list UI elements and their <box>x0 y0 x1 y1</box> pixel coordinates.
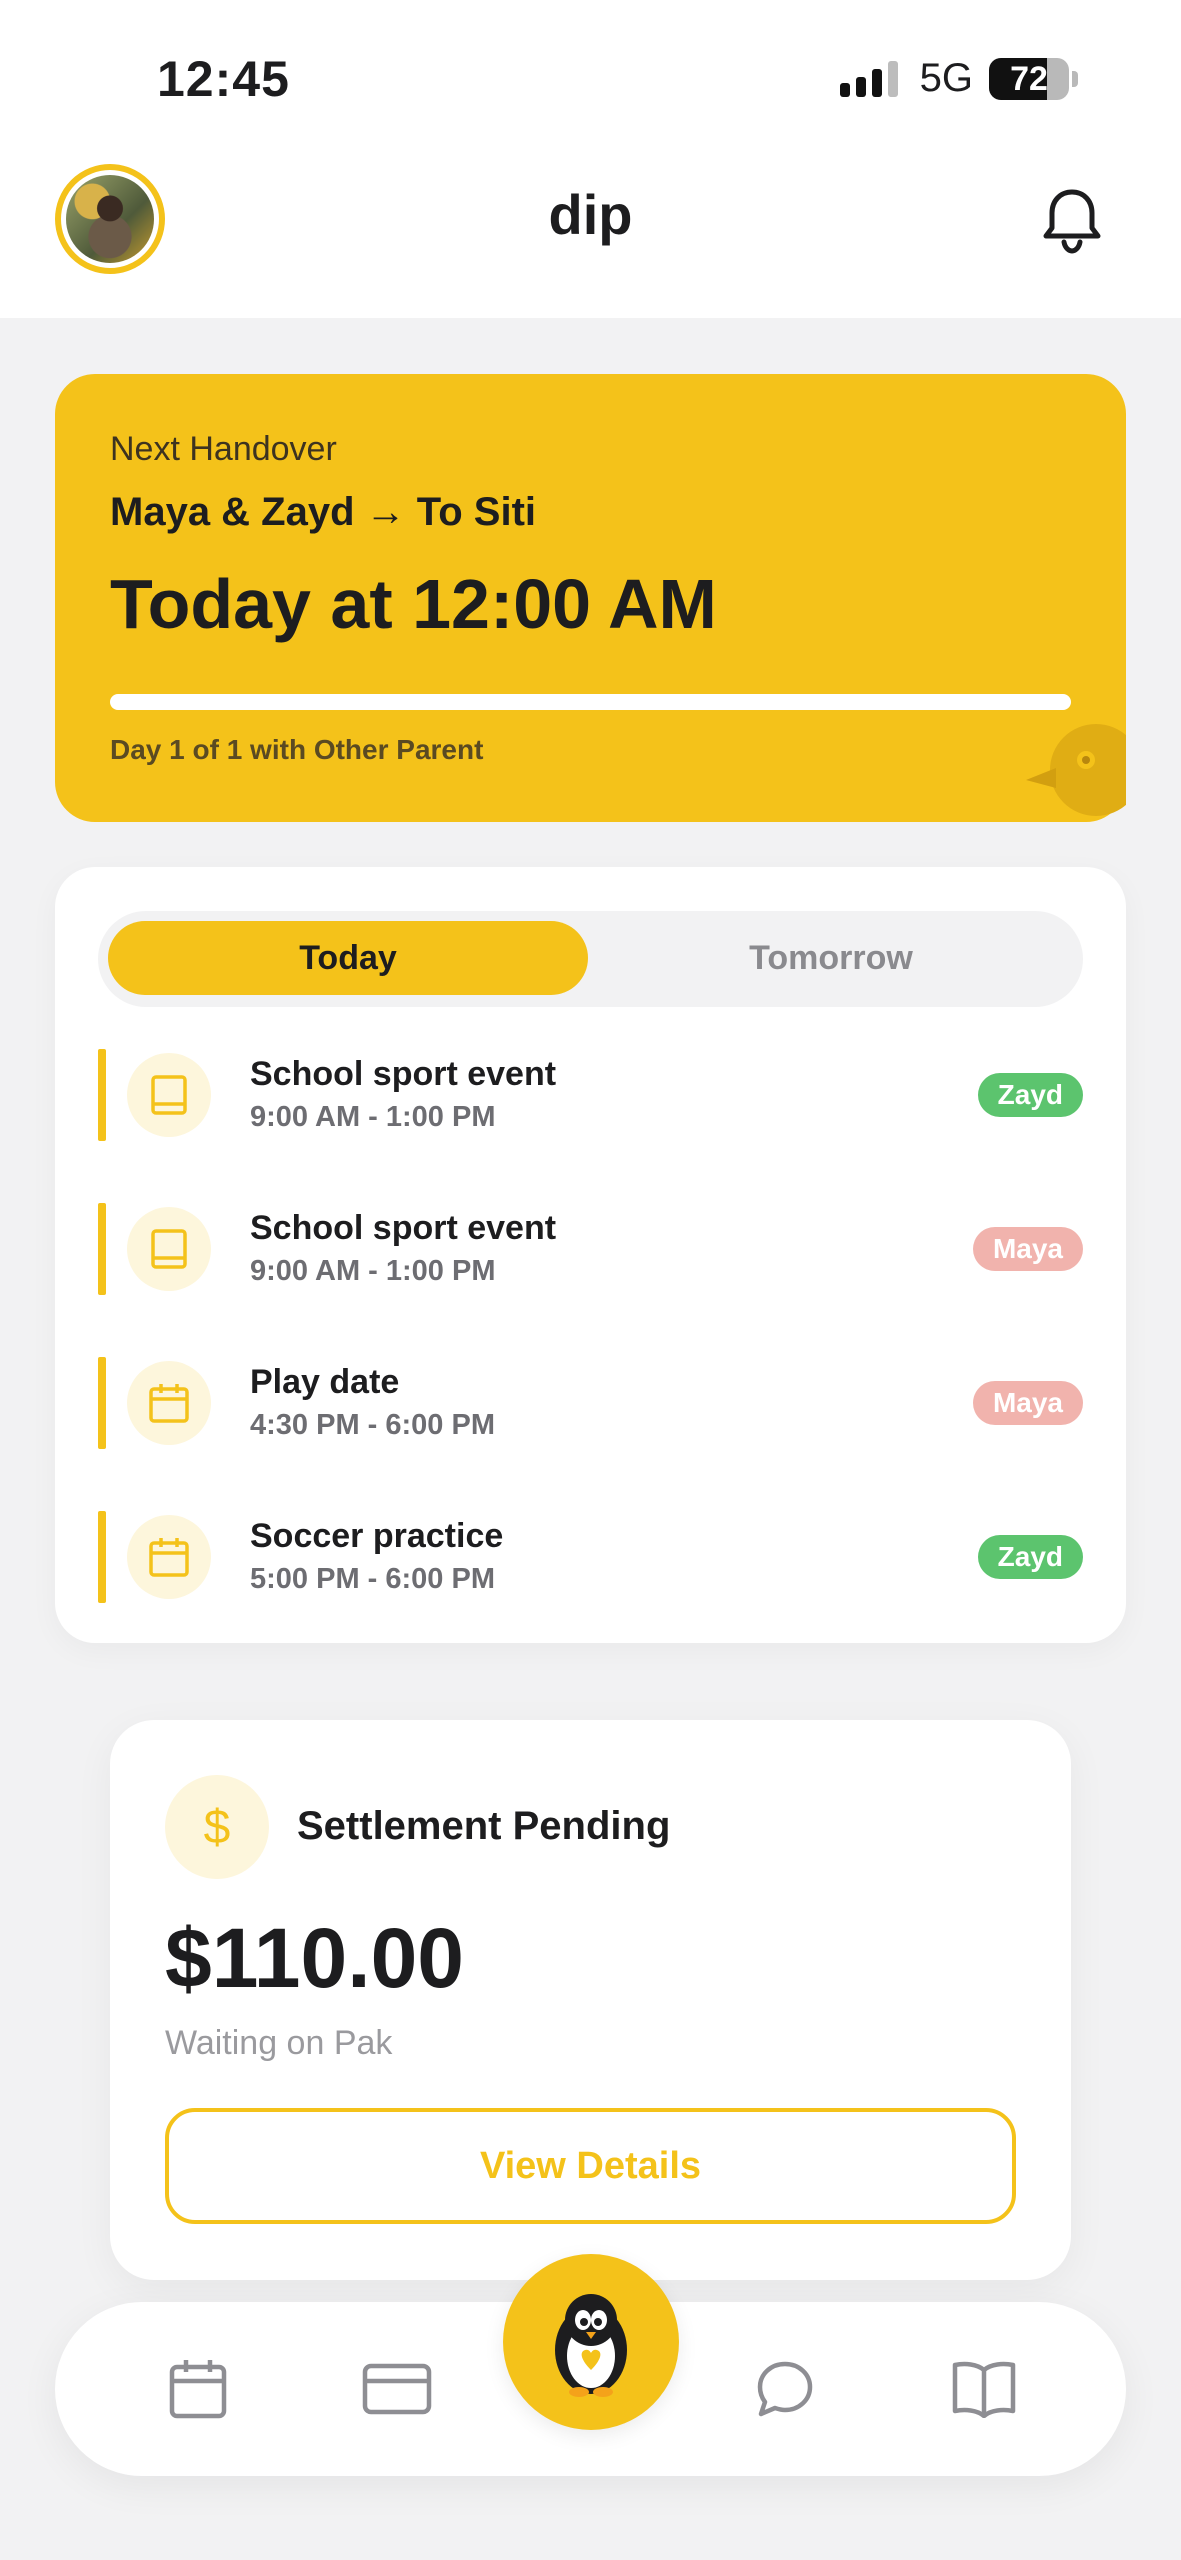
event-title: School sport event <box>250 1055 557 1093</box>
handover-label: Next Handover <box>110 430 337 468</box>
view-details-button[interactable]: View Details <box>165 2108 1016 2224</box>
settlement-title: Settlement Pending <box>297 1804 671 1848</box>
status-indicators: 5G 72 <box>839 56 1078 101</box>
next-handover-card[interactable]: Next Handover Maya & Zayd → To Siti Toda… <box>55 374 1126 822</box>
top-header-area: 12:45 5G 72 dip <box>0 0 1181 318</box>
app-title: dip <box>548 183 633 246</box>
book-icon <box>127 1053 211 1137</box>
penguin-home-button[interactable] <box>503 2254 679 2430</box>
network-type: 5G <box>919 56 973 100</box>
settlement-amount: $110.00 <box>165 1911 465 2005</box>
tab-tomorrow[interactable]: Tomorrow <box>591 921 1071 995</box>
handover-route: Maya & Zayd → To Siti <box>110 490 536 534</box>
penguin-icon <box>555 2294 627 2397</box>
chat-icon[interactable] <box>750 2354 820 2424</box>
event-time: 4:30 PM - 6:00 PM <box>250 1409 495 1441</box>
event-title: Soccer practice <box>250 1517 504 1555</box>
child-badge: Zayd <box>977 1073 1083 1117</box>
event-title: Play date <box>250 1363 400 1401</box>
child-badge: Maya <box>972 1381 1083 1425</box>
card-icon[interactable] <box>359 2354 435 2424</box>
handover-time: Today at 12:00 AM <box>110 565 717 643</box>
book-open-icon[interactable] <box>949 2354 1019 2424</box>
event-time: 9:00 AM - 1:00 PM <box>250 1101 496 1133</box>
handover-day-count: Day 1 of 1 with Other Parent <box>110 734 484 765</box>
event-time: 9:00 AM - 1:00 PM <box>250 1255 496 1287</box>
bird-mascot-icon <box>1026 724 1126 816</box>
calendar-icon <box>127 1515 211 1599</box>
list-item[interactable]: School sport event 9:00 AM - 1:00 PM Zay… <box>98 1049 1083 1141</box>
child-badge: Zayd <box>977 1535 1083 1579</box>
signal-icon <box>839 60 898 97</box>
status-time: 12:45 <box>157 51 290 107</box>
dollar-icon: $ <box>165 1775 269 1879</box>
battery-level: 72 <box>1010 59 1048 98</box>
event-title: School sport event <box>250 1209 557 1247</box>
book-icon <box>127 1207 211 1291</box>
calendar-icon <box>127 1361 211 1445</box>
settlement-card: $ Settlement Pending $110.00 Waiting on … <box>110 1720 1071 2280</box>
tab-today[interactable]: Today <box>108 921 588 995</box>
calendar-icon[interactable] <box>163 2354 233 2424</box>
schedule-card: Today Tomorrow School sport event 9:00 A… <box>55 867 1126 1643</box>
settlement-status: Waiting on Pak <box>165 2024 393 2062</box>
list-item[interactable]: Play date 4:30 PM - 6:00 PM Maya <box>98 1357 1083 1449</box>
battery-icon: 72 <box>989 57 1069 100</box>
day-tabs: Today Tomorrow <box>98 911 1083 1007</box>
event-time: 5:00 PM - 6:00 PM <box>250 1563 495 1595</box>
list-item[interactable]: School sport event 9:00 AM - 1:00 PM May… <box>98 1203 1083 1295</box>
child-badge: Maya <box>972 1227 1083 1271</box>
bell-icon[interactable] <box>1040 186 1104 256</box>
list-item[interactable]: Soccer practice 5:00 PM - 6:00 PM Zayd <box>98 1511 1083 1603</box>
handover-progress-bar <box>110 694 1071 710</box>
